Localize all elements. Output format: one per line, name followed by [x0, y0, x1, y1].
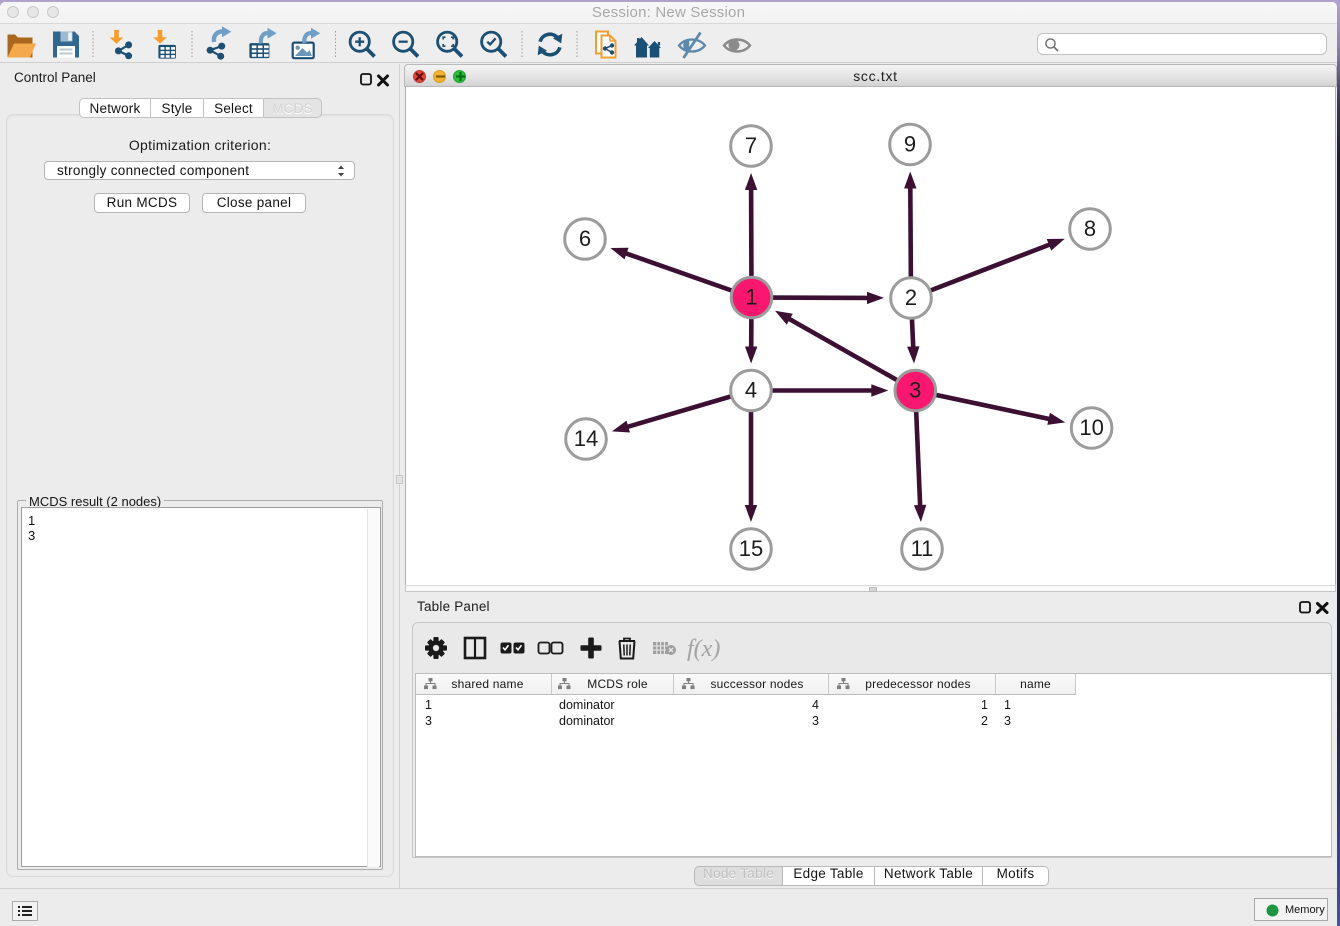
svg-text:6: 6 [579, 226, 591, 251]
svg-text:10: 10 [1079, 415, 1103, 440]
svg-text:2: 2 [905, 285, 917, 310]
svg-text:f(x): f(x) [687, 636, 720, 662]
svg-text:11: 11 [911, 536, 934, 561]
svg-text:7: 7 [745, 133, 757, 158]
svg-text:3: 3 [909, 378, 921, 403]
svg-text:4: 4 [745, 378, 757, 403]
svg-text:15: 15 [739, 536, 763, 561]
svg-text:8: 8 [1084, 216, 1096, 241]
svg-text:1: 1 [745, 285, 757, 310]
svg-text:9: 9 [904, 132, 916, 157]
svg-text:14: 14 [574, 426, 598, 451]
